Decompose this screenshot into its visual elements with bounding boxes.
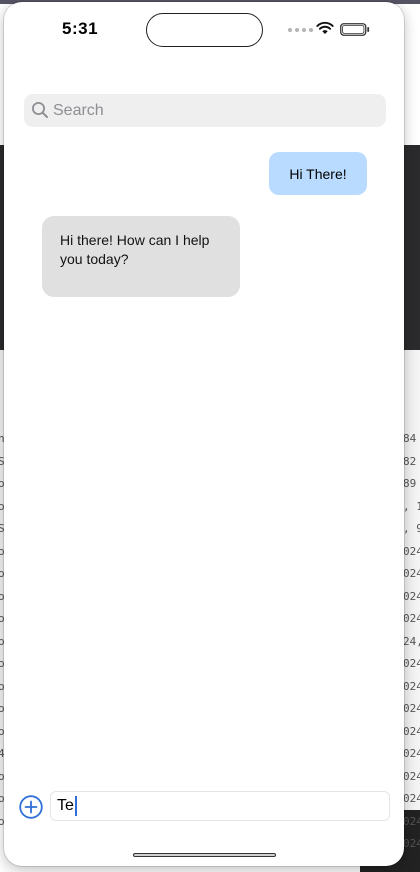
message-bubble-user: Hi There! — [269, 152, 367, 195]
status-bar: 5:31 — [4, 2, 404, 58]
message-input[interactable]: Te — [50, 791, 390, 821]
status-time: 5:31 — [62, 19, 99, 38]
add-plus-circle-icon[interactable] — [19, 795, 43, 819]
search-bar[interactable]: Search — [24, 94, 386, 127]
wifi-icon — [316, 21, 334, 34]
battery-icon — [340, 23, 370, 36]
simulator-window: 5:31 Search Hi There! Hi there! How can … — [4, 2, 404, 866]
message-bubble-assistant: Hi there! How can I help you today? — [42, 216, 240, 297]
signal-dots-icon — [288, 28, 313, 32]
file-list-right-edge-text: 84 82 89 , 1 , 9 024 024 024 024 24, 024… — [403, 432, 420, 850]
text-caret — [74, 796, 77, 816]
dynamic-island — [146, 13, 263, 47]
message-composer: Te — [4, 788, 404, 828]
home-indicator[interactable] — [133, 853, 276, 857]
search-placeholder: Search — [53, 102, 104, 119]
search-icon — [32, 102, 48, 118]
message-input-value: Te — [57, 797, 74, 814]
